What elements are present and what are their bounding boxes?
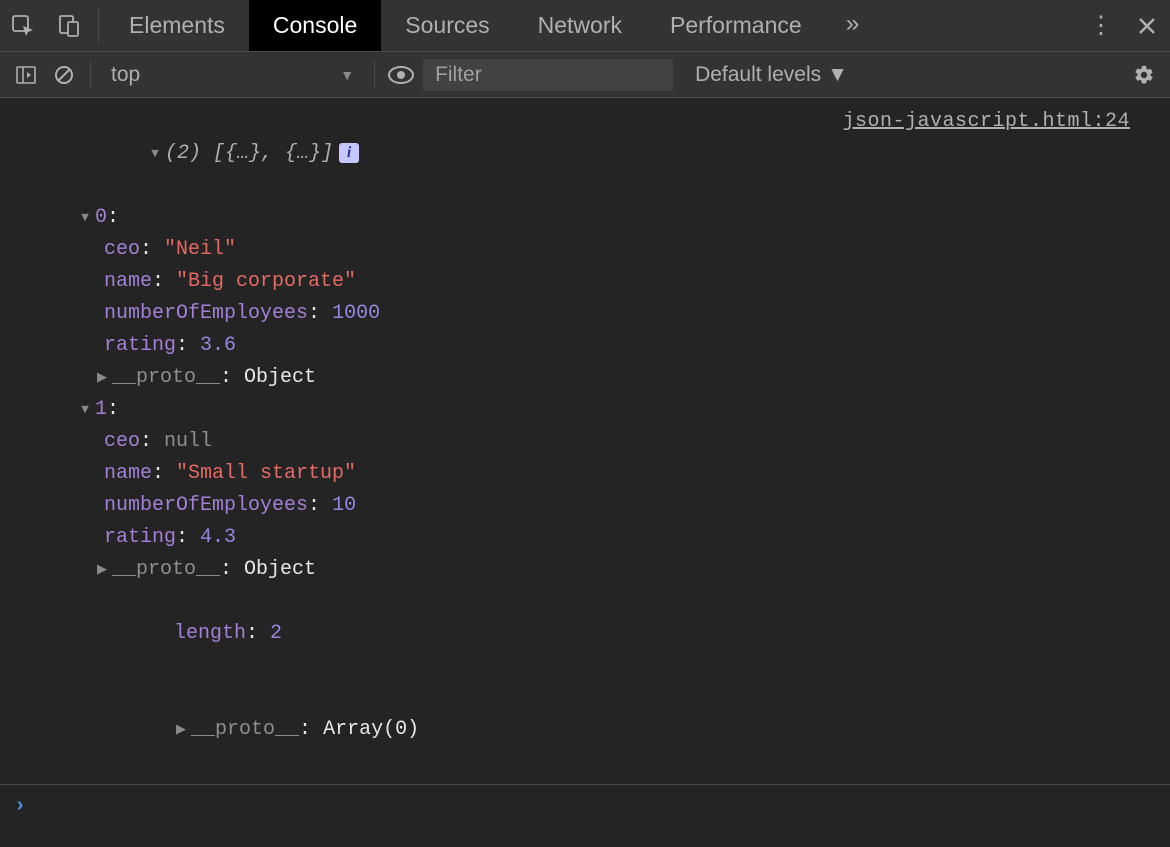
expand-arrow-icon[interactable] <box>95 362 109 394</box>
tab-network[interactable]: Network <box>514 0 646 51</box>
divider <box>90 61 91 89</box>
object-key: numberOfEmployees <box>104 302 308 325</box>
console-toolbar: top ▼ Default levels ▼ <box>0 52 1170 98</box>
proto-key: __proto__ <box>191 718 299 741</box>
divider <box>98 8 99 43</box>
object-value: "Neil" <box>164 238 236 261</box>
inspect-element-icon[interactable] <box>0 0 46 51</box>
object-value: "Small startup" <box>176 462 356 485</box>
length-key: length <box>174 622 246 645</box>
proto-value: Array(0) <box>323 718 419 741</box>
live-expression-icon[interactable] <box>385 59 417 91</box>
array-index: 1 <box>95 398 107 421</box>
close-icon[interactable] <box>1124 0 1170 51</box>
divider <box>374 61 375 89</box>
object-value: 4.3 <box>200 526 236 549</box>
object-key: numberOfEmployees <box>104 494 308 517</box>
more-tabs-icon[interactable]: » <box>826 0 880 51</box>
proto-key: __proto__ <box>112 366 220 389</box>
context-label: top <box>111 63 140 87</box>
chevron-down-icon: ▼ <box>827 63 848 87</box>
proto-value: Object <box>244 558 316 581</box>
info-icon[interactable]: i <box>339 143 359 163</box>
tab-elements[interactable]: Elements <box>105 0 249 51</box>
object-key: rating <box>104 526 176 549</box>
object-key: rating <box>104 334 176 357</box>
object-value: "Big corporate" <box>176 270 356 293</box>
console-prompt[interactable]: › <box>0 784 1170 829</box>
object-key: name <box>104 462 152 485</box>
object-value: null <box>164 430 212 453</box>
chevron-down-icon: ▼ <box>340 67 354 83</box>
settings-gear-icon[interactable] <box>1128 59 1160 91</box>
array-count: (2) <box>165 142 201 165</box>
proto-value: Object <box>244 366 316 389</box>
expand-arrow-icon[interactable] <box>148 138 162 170</box>
source-link[interactable]: json-javascript.html:24 <box>842 106 1130 138</box>
filter-input[interactable] <box>423 59 673 91</box>
object-value: 10 <box>332 494 356 517</box>
expand-arrow-icon[interactable] <box>174 714 188 746</box>
toggle-sidebar-icon[interactable] <box>10 59 42 91</box>
devtools-tabbar: Elements Console Sources Network Perform… <box>0 0 1170 52</box>
tab-performance[interactable]: Performance <box>646 0 826 51</box>
tab-sources[interactable]: Sources <box>381 0 513 51</box>
tab-console[interactable]: Console <box>249 0 381 51</box>
log-entry[interactable]: (2) [{…}, {…}]i 0:ceo: "Neil"name: "Big … <box>0 106 419 778</box>
clear-console-icon[interactable] <box>48 59 80 91</box>
object-value: 1000 <box>332 302 380 325</box>
log-levels-dropdown[interactable]: Default levels ▼ <box>679 63 864 87</box>
object-value: 3.6 <box>200 334 236 357</box>
expand-arrow-icon[interactable] <box>95 554 109 586</box>
context-selector[interactable]: top ▼ <box>101 63 364 87</box>
object-key: ceo <box>104 430 140 453</box>
array-index: 0 <box>95 206 107 229</box>
expand-arrow-icon[interactable] <box>78 394 92 426</box>
levels-label: Default levels <box>695 63 821 87</box>
console-output: (2) [{…}, {…}]i 0:ceo: "Neil"name: "Big … <box>0 98 1170 829</box>
proto-key: __proto__ <box>112 558 220 581</box>
object-key: ceo <box>104 238 140 261</box>
expand-arrow-icon[interactable] <box>78 202 92 234</box>
length-value: 2 <box>270 622 282 645</box>
device-toolbar-icon[interactable] <box>46 0 92 51</box>
kebab-menu-icon[interactable]: ⋮ <box>1078 0 1124 51</box>
array-preview: [{…}, {…}] <box>213 142 333 165</box>
object-key: name <box>104 270 152 293</box>
